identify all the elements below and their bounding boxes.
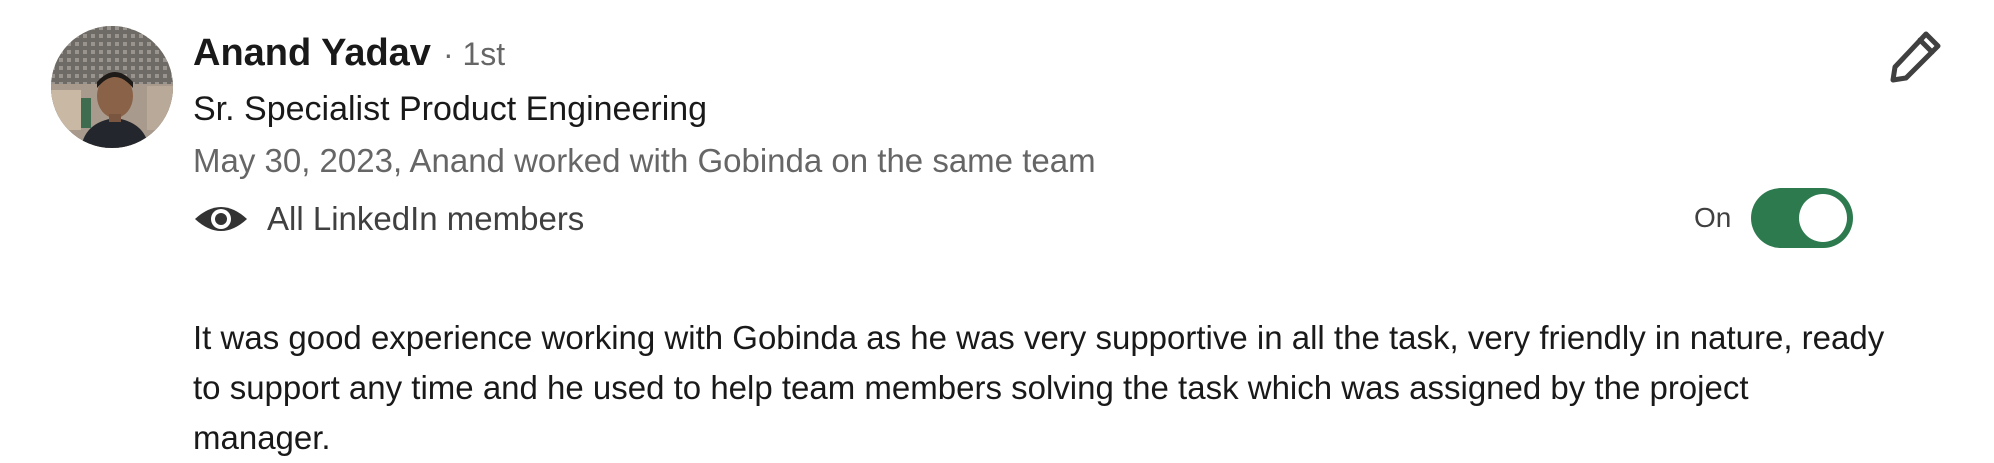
visibility-toggle[interactable] [1751, 188, 1854, 248]
author-headline: Sr. Specialist Product Engineering [193, 90, 708, 128]
recommendation-text: It was good experience working with Gobi… [193, 319, 1885, 456]
avatar[interactable] [51, 26, 173, 148]
eye-icon [193, 199, 249, 239]
connection-degree: · 1st [442, 36, 506, 72]
pencil-icon [1888, 28, 1944, 89]
visibility-label: All LinkedIn members [267, 200, 585, 237]
recommendation-card: Anand Yadav · 1st Sr. Specialist Product… [0, 0, 1994, 456]
toggle-label: On [1694, 202, 1732, 233]
visibility-row: All LinkedIn members [193, 194, 584, 244]
edit-button[interactable] [1886, 28, 1946, 88]
author-name-row: Anand Yadav · 1st [193, 32, 505, 82]
recommendation-meta: May 30, 2023, Anand worked with Gobinda … [193, 142, 1096, 179]
toggle-knob [1799, 194, 1848, 242]
author-name[interactable]: Anand Yadav [193, 32, 431, 75]
visibility-toggle-group: On [1694, 187, 1854, 249]
